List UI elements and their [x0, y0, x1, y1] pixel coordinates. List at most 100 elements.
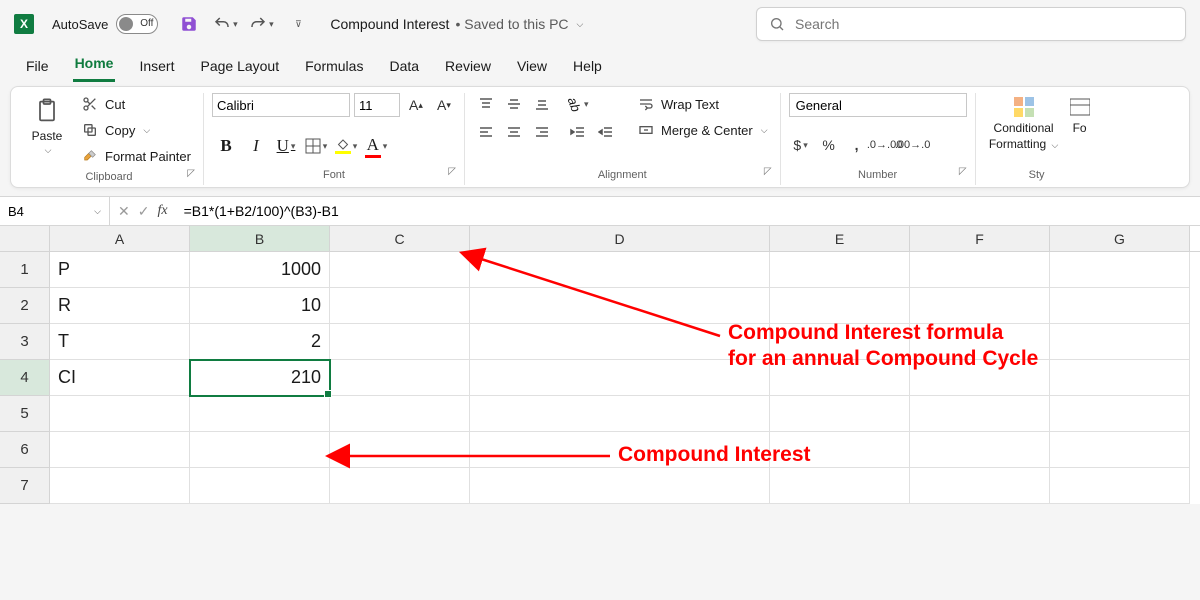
- align-left-button[interactable]: [473, 121, 499, 143]
- cell-b3[interactable]: 2: [190, 324, 330, 360]
- tab-review[interactable]: Review: [443, 54, 493, 82]
- font-color-button[interactable]: A▾: [362, 133, 390, 159]
- cell-g4[interactable]: [1050, 360, 1190, 396]
- cell-f4[interactable]: [910, 360, 1050, 396]
- toggle-switch[interactable]: Off: [116, 14, 158, 34]
- cancel-button[interactable]: ✕: [118, 203, 130, 220]
- decrease-font-button[interactable]: A▾: [432, 93, 456, 117]
- cell-g7[interactable]: [1050, 468, 1190, 504]
- percent-button[interactable]: %: [817, 133, 841, 157]
- cell-g1[interactable]: [1050, 252, 1190, 288]
- cell-f5[interactable]: [910, 396, 1050, 432]
- italic-button[interactable]: I: [242, 133, 270, 159]
- row-header-7[interactable]: 7: [0, 468, 50, 504]
- tab-home[interactable]: Home: [73, 51, 116, 82]
- cell-e2[interactable]: [770, 288, 910, 324]
- border-button[interactable]: ▾: [302, 133, 330, 159]
- cell-d6[interactable]: [470, 432, 770, 468]
- row-header-4[interactable]: 4: [0, 360, 50, 396]
- column-header-a[interactable]: A: [50, 226, 190, 251]
- tab-page-layout[interactable]: Page Layout: [198, 54, 281, 82]
- cell-reference-input[interactable]: [8, 204, 78, 219]
- redo-button[interactable]: ▾: [248, 11, 274, 37]
- tab-help[interactable]: Help: [571, 54, 604, 82]
- cell-e6[interactable]: [770, 432, 910, 468]
- dialog-launcher[interactable]: ◸: [448, 166, 456, 177]
- cell-b7[interactable]: [190, 468, 330, 504]
- cell-g5[interactable]: [1050, 396, 1190, 432]
- column-header-f[interactable]: F: [910, 226, 1050, 251]
- tab-view[interactable]: View: [515, 54, 549, 82]
- orientation-button[interactable]: ab▾: [565, 93, 591, 115]
- cell-d2[interactable]: [470, 288, 770, 324]
- cell-a4[interactable]: CI: [50, 360, 190, 396]
- undo-button[interactable]: ▾: [212, 11, 238, 37]
- underline-button[interactable]: U▾: [272, 133, 300, 159]
- tab-data[interactable]: Data: [387, 54, 421, 82]
- cell-b5[interactable]: [190, 396, 330, 432]
- number-format-select[interactable]: [789, 93, 967, 117]
- comma-button[interactable]: ,: [845, 133, 869, 157]
- column-header-d[interactable]: D: [470, 226, 770, 251]
- tab-file[interactable]: File: [24, 54, 51, 82]
- increase-font-button[interactable]: A▴: [404, 93, 428, 117]
- font-name-select[interactable]: [212, 93, 350, 117]
- align-bottom-button[interactable]: [529, 93, 555, 115]
- select-all-corner[interactable]: [0, 226, 50, 251]
- cell-c6[interactable]: [330, 432, 470, 468]
- cell-a2[interactable]: R: [50, 288, 190, 324]
- cell-a3[interactable]: T: [50, 324, 190, 360]
- conditional-formatting-button[interactable]: Conditional Formatting ⌵: [984, 93, 1064, 151]
- column-header-g[interactable]: G: [1050, 226, 1190, 251]
- copy-button[interactable]: Copy⌵: [77, 119, 195, 141]
- cell-a1[interactable]: P: [50, 252, 190, 288]
- cell-d3[interactable]: [470, 324, 770, 360]
- decrease-indent-button[interactable]: [565, 121, 591, 143]
- cell-f7[interactable]: [910, 468, 1050, 504]
- cell-e5[interactable]: [770, 396, 910, 432]
- cell-b2[interactable]: 10: [190, 288, 330, 324]
- cell-a7[interactable]: [50, 468, 190, 504]
- dialog-launcher[interactable]: ◸: [764, 166, 772, 177]
- column-header-b[interactable]: B: [190, 226, 330, 251]
- align-top-button[interactable]: [473, 93, 499, 115]
- customize-qat-button[interactable]: ⊽: [284, 11, 310, 37]
- cell-e7[interactable]: [770, 468, 910, 504]
- row-header-1[interactable]: 1: [0, 252, 50, 288]
- increase-indent-button[interactable]: [593, 121, 619, 143]
- formula-input[interactable]: [176, 197, 1200, 225]
- cell-d7[interactable]: [470, 468, 770, 504]
- align-middle-button[interactable]: [501, 93, 527, 115]
- align-right-button[interactable]: [529, 121, 555, 143]
- dialog-launcher[interactable]: ◸: [187, 168, 195, 179]
- save-button[interactable]: [176, 11, 202, 37]
- increase-decimal-button[interactable]: .0→.00: [873, 133, 897, 157]
- search-input[interactable]: [795, 16, 1173, 32]
- cell-a5[interactable]: [50, 396, 190, 432]
- cell-e4[interactable]: [770, 360, 910, 396]
- decrease-decimal-button[interactable]: .00→.0: [901, 133, 925, 157]
- merge-center-button[interactable]: Merge & Center⌵: [633, 119, 772, 141]
- cell-c7[interactable]: [330, 468, 470, 504]
- cell-f2[interactable]: [910, 288, 1050, 324]
- row-header-2[interactable]: 2: [0, 288, 50, 324]
- cell-e1[interactable]: [770, 252, 910, 288]
- font-size-select[interactable]: [354, 93, 400, 117]
- format-table-button[interactable]: Fo: [1070, 93, 1090, 135]
- cell-g3[interactable]: [1050, 324, 1190, 360]
- bold-button[interactable]: B: [212, 133, 240, 159]
- enter-button[interactable]: ✓: [138, 203, 150, 220]
- row-header-5[interactable]: 5: [0, 396, 50, 432]
- name-box[interactable]: ⌵: [0, 197, 110, 225]
- align-center-button[interactable]: [501, 121, 527, 143]
- cell-f1[interactable]: [910, 252, 1050, 288]
- cell-g2[interactable]: [1050, 288, 1190, 324]
- cell-a6[interactable]: [50, 432, 190, 468]
- cell-f3[interactable]: [910, 324, 1050, 360]
- currency-button[interactable]: $▾: [789, 133, 813, 157]
- wrap-text-button[interactable]: Wrap Text: [633, 93, 772, 115]
- autosave-toggle[interactable]: AutoSave Off: [52, 14, 158, 34]
- cut-button[interactable]: Cut: [77, 93, 195, 115]
- cell-b4[interactable]: 210: [190, 360, 330, 396]
- tab-insert[interactable]: Insert: [137, 54, 176, 82]
